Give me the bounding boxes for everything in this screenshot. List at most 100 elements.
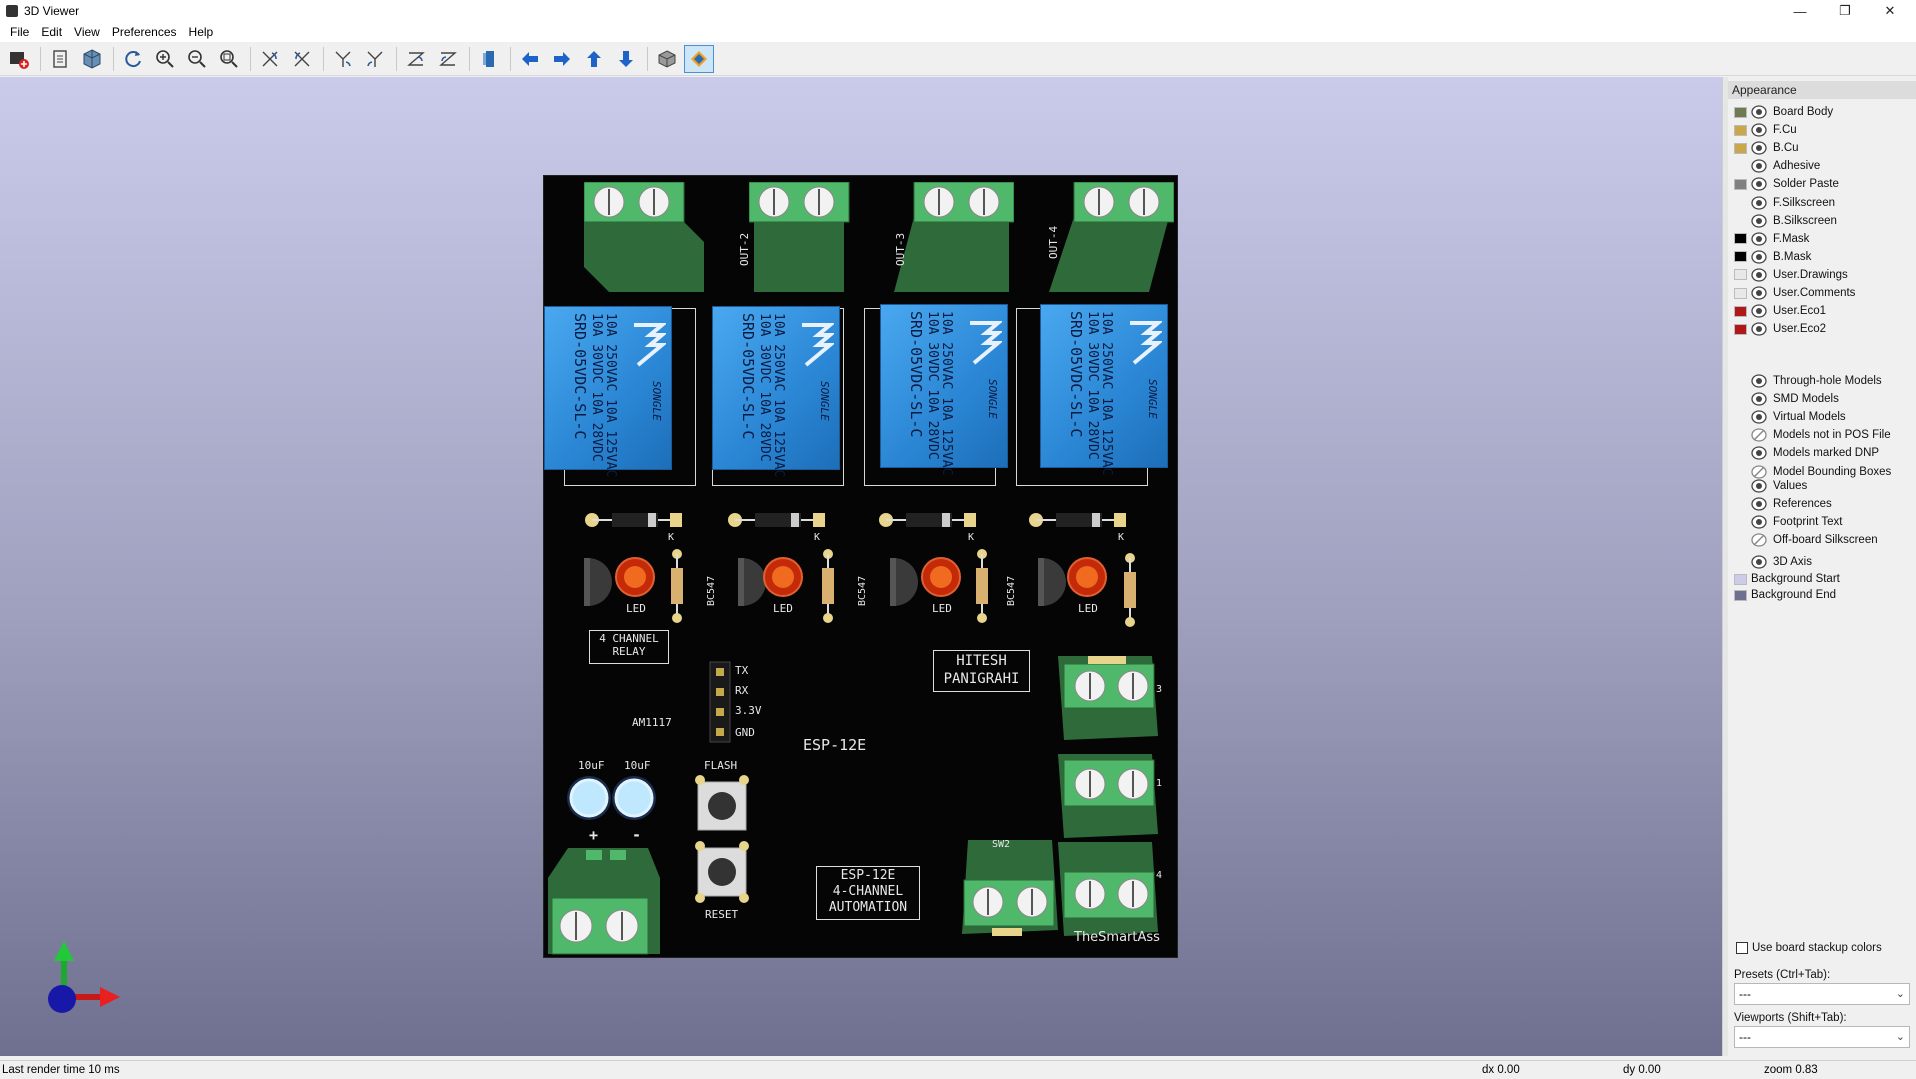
relay-rating-1: 10A 250VAC 10A 125VAC bbox=[603, 313, 618, 478]
appearance-row[interactable]: Footprint Text bbox=[1728, 513, 1842, 531]
appearance-row[interactable]: 3D Axis bbox=[1728, 553, 1812, 571]
eye-icon[interactable] bbox=[1751, 195, 1767, 210]
eye-icon[interactable] bbox=[1751, 322, 1767, 336]
color-swatch[interactable] bbox=[1734, 287, 1747, 299]
eye-icon[interactable] bbox=[1751, 268, 1767, 282]
appearance-row-label: Adhesive bbox=[1773, 160, 1821, 173]
appearance-row[interactable]: References bbox=[1728, 495, 1832, 513]
eye-icon[interactable] bbox=[1751, 446, 1767, 461]
stackup-colors-checkbox-row[interactable]: Use board stackup colors bbox=[1728, 939, 1882, 957]
diode-k-label: K bbox=[814, 532, 821, 543]
move-right-icon[interactable] bbox=[547, 45, 577, 73]
window-title: 3D Viewer bbox=[24, 4, 80, 18]
close-button[interactable]: ✕ bbox=[1868, 0, 1912, 22]
appearance-row-label: Board Body bbox=[1773, 106, 1834, 118]
eye-icon[interactable] bbox=[1751, 555, 1767, 569]
eye-off-icon[interactable] bbox=[1751, 428, 1767, 442]
appearance-row[interactable]: User.Drawings bbox=[1728, 266, 1848, 284]
appearance-row[interactable]: Values bbox=[1728, 477, 1807, 495]
eye-icon[interactable] bbox=[1751, 159, 1767, 173]
zoom-in-icon[interactable] bbox=[150, 45, 180, 73]
zoom-fit-icon[interactable] bbox=[214, 45, 244, 73]
color-swatch[interactable] bbox=[1734, 142, 1747, 154]
appearance-row[interactable]: Board Body bbox=[1728, 103, 1833, 121]
eye-icon[interactable] bbox=[1751, 304, 1767, 318]
rotate-x-icon[interactable] bbox=[255, 45, 285, 73]
eye-icon[interactable] bbox=[1751, 213, 1767, 228]
eye-icon[interactable] bbox=[1751, 123, 1767, 137]
flip-board-icon[interactable] bbox=[474, 45, 504, 73]
3d-canvas[interactable]: OUT-2 OUT-3 OUT-4 10A 250VAC 10A 125VAC … bbox=[0, 77, 1722, 1056]
appearance-row[interactable]: Off-board Silkscreen bbox=[1728, 531, 1878, 549]
rotate-y-icon[interactable] bbox=[328, 45, 358, 73]
appearance-row[interactable]: Background End bbox=[1728, 586, 1836, 604]
orthographic-icon[interactable] bbox=[652, 45, 682, 73]
songle-logo bbox=[634, 323, 666, 367]
appearance-row[interactable]: User.Eco1 bbox=[1728, 302, 1826, 320]
appearance-row[interactable]: F.Silkscreen bbox=[1728, 194, 1835, 212]
appearance-row[interactable]: Models not in POS File bbox=[1728, 426, 1891, 444]
zoom-out-icon[interactable] bbox=[182, 45, 212, 73]
restore-button[interactable]: ❐ bbox=[1823, 0, 1867, 22]
appearance-row[interactable]: Virtual Models bbox=[1728, 408, 1846, 426]
layers-manager-icon[interactable] bbox=[684, 44, 714, 73]
color-swatch[interactable] bbox=[1734, 323, 1747, 335]
presets-dropdown[interactable]: --- ⌄ bbox=[1734, 983, 1910, 1005]
eye-off-icon[interactable] bbox=[1751, 533, 1767, 547]
move-left-icon[interactable] bbox=[515, 45, 545, 73]
appearance-row[interactable]: SMD Models bbox=[1728, 390, 1839, 408]
eye-icon[interactable] bbox=[1751, 392, 1767, 406]
eye-icon[interactable] bbox=[1751, 479, 1767, 493]
rotate-y-ccw-icon[interactable] bbox=[360, 45, 390, 73]
minimize-button[interactable]: — bbox=[1778, 0, 1822, 22]
color-swatch[interactable] bbox=[1734, 106, 1747, 118]
eye-icon[interactable] bbox=[1751, 497, 1767, 511]
rotate-z-ccw-icon[interactable] bbox=[433, 45, 463, 73]
color-swatch[interactable] bbox=[1734, 589, 1747, 601]
eye-icon[interactable] bbox=[1751, 410, 1767, 424]
color-swatch[interactable] bbox=[1734, 124, 1747, 136]
eye-icon[interactable] bbox=[1751, 250, 1767, 264]
reload-icon[interactable] bbox=[118, 45, 148, 73]
appearance-row[interactable]: Through-hole Models bbox=[1728, 372, 1882, 390]
rotate-z-icon[interactable] bbox=[401, 45, 431, 73]
move-down-icon[interactable] bbox=[611, 45, 641, 73]
raytrace-icon[interactable] bbox=[77, 45, 107, 73]
menu-edit[interactable]: Edit bbox=[35, 25, 68, 39]
appearance-row[interactable]: Solder Paste bbox=[1728, 175, 1839, 193]
color-swatch[interactable] bbox=[1734, 178, 1747, 190]
terminal-block-out1 bbox=[584, 182, 704, 292]
appearance-row[interactable]: Adhesive bbox=[1728, 157, 1820, 175]
appearance-row[interactable]: F.Mask bbox=[1728, 230, 1809, 248]
eye-icon[interactable] bbox=[1751, 515, 1767, 529]
color-swatch[interactable] bbox=[1734, 305, 1747, 317]
color-swatch[interactable] bbox=[1734, 269, 1747, 281]
color-swatch[interactable] bbox=[1734, 573, 1747, 585]
render-icon[interactable] bbox=[4, 45, 34, 73]
appearance-row[interactable]: B.Silkscreen bbox=[1728, 212, 1837, 230]
appearance-row[interactable]: Models marked DNP bbox=[1728, 444, 1879, 462]
menu-preferences[interactable]: Preferences bbox=[106, 25, 183, 39]
viewports-dropdown[interactable]: --- ⌄ bbox=[1734, 1026, 1910, 1048]
move-up-icon[interactable] bbox=[579, 45, 609, 73]
rotate-x-ccw-icon[interactable] bbox=[287, 45, 317, 73]
copy-icon[interactable] bbox=[45, 45, 75, 73]
appearance-row[interactable]: B.Mask bbox=[1728, 248, 1811, 266]
eye-icon[interactable] bbox=[1751, 141, 1767, 155]
eye-icon[interactable] bbox=[1751, 286, 1767, 300]
appearance-row[interactable]: User.Comments bbox=[1728, 284, 1855, 302]
appearance-row[interactable]: F.Cu bbox=[1728, 121, 1797, 139]
appearance-row[interactable]: User.Eco2 bbox=[1728, 320, 1826, 338]
eye-icon[interactable] bbox=[1751, 105, 1767, 119]
stackup-colors-checkbox[interactable] bbox=[1736, 942, 1748, 954]
color-swatch[interactable] bbox=[1734, 233, 1747, 245]
menu-file[interactable]: File bbox=[4, 25, 35, 39]
menu-view[interactable]: View bbox=[68, 25, 106, 39]
color-swatch[interactable] bbox=[1734, 251, 1747, 263]
eye-icon[interactable] bbox=[1751, 177, 1767, 192]
appearance-row[interactable]: B.Cu bbox=[1728, 139, 1799, 157]
menu-help[interactable]: Help bbox=[183, 25, 220, 39]
eye-icon[interactable] bbox=[1751, 232, 1767, 246]
appearance-header: Appearance bbox=[1728, 81, 1916, 99]
eye-icon[interactable] bbox=[1751, 374, 1767, 388]
